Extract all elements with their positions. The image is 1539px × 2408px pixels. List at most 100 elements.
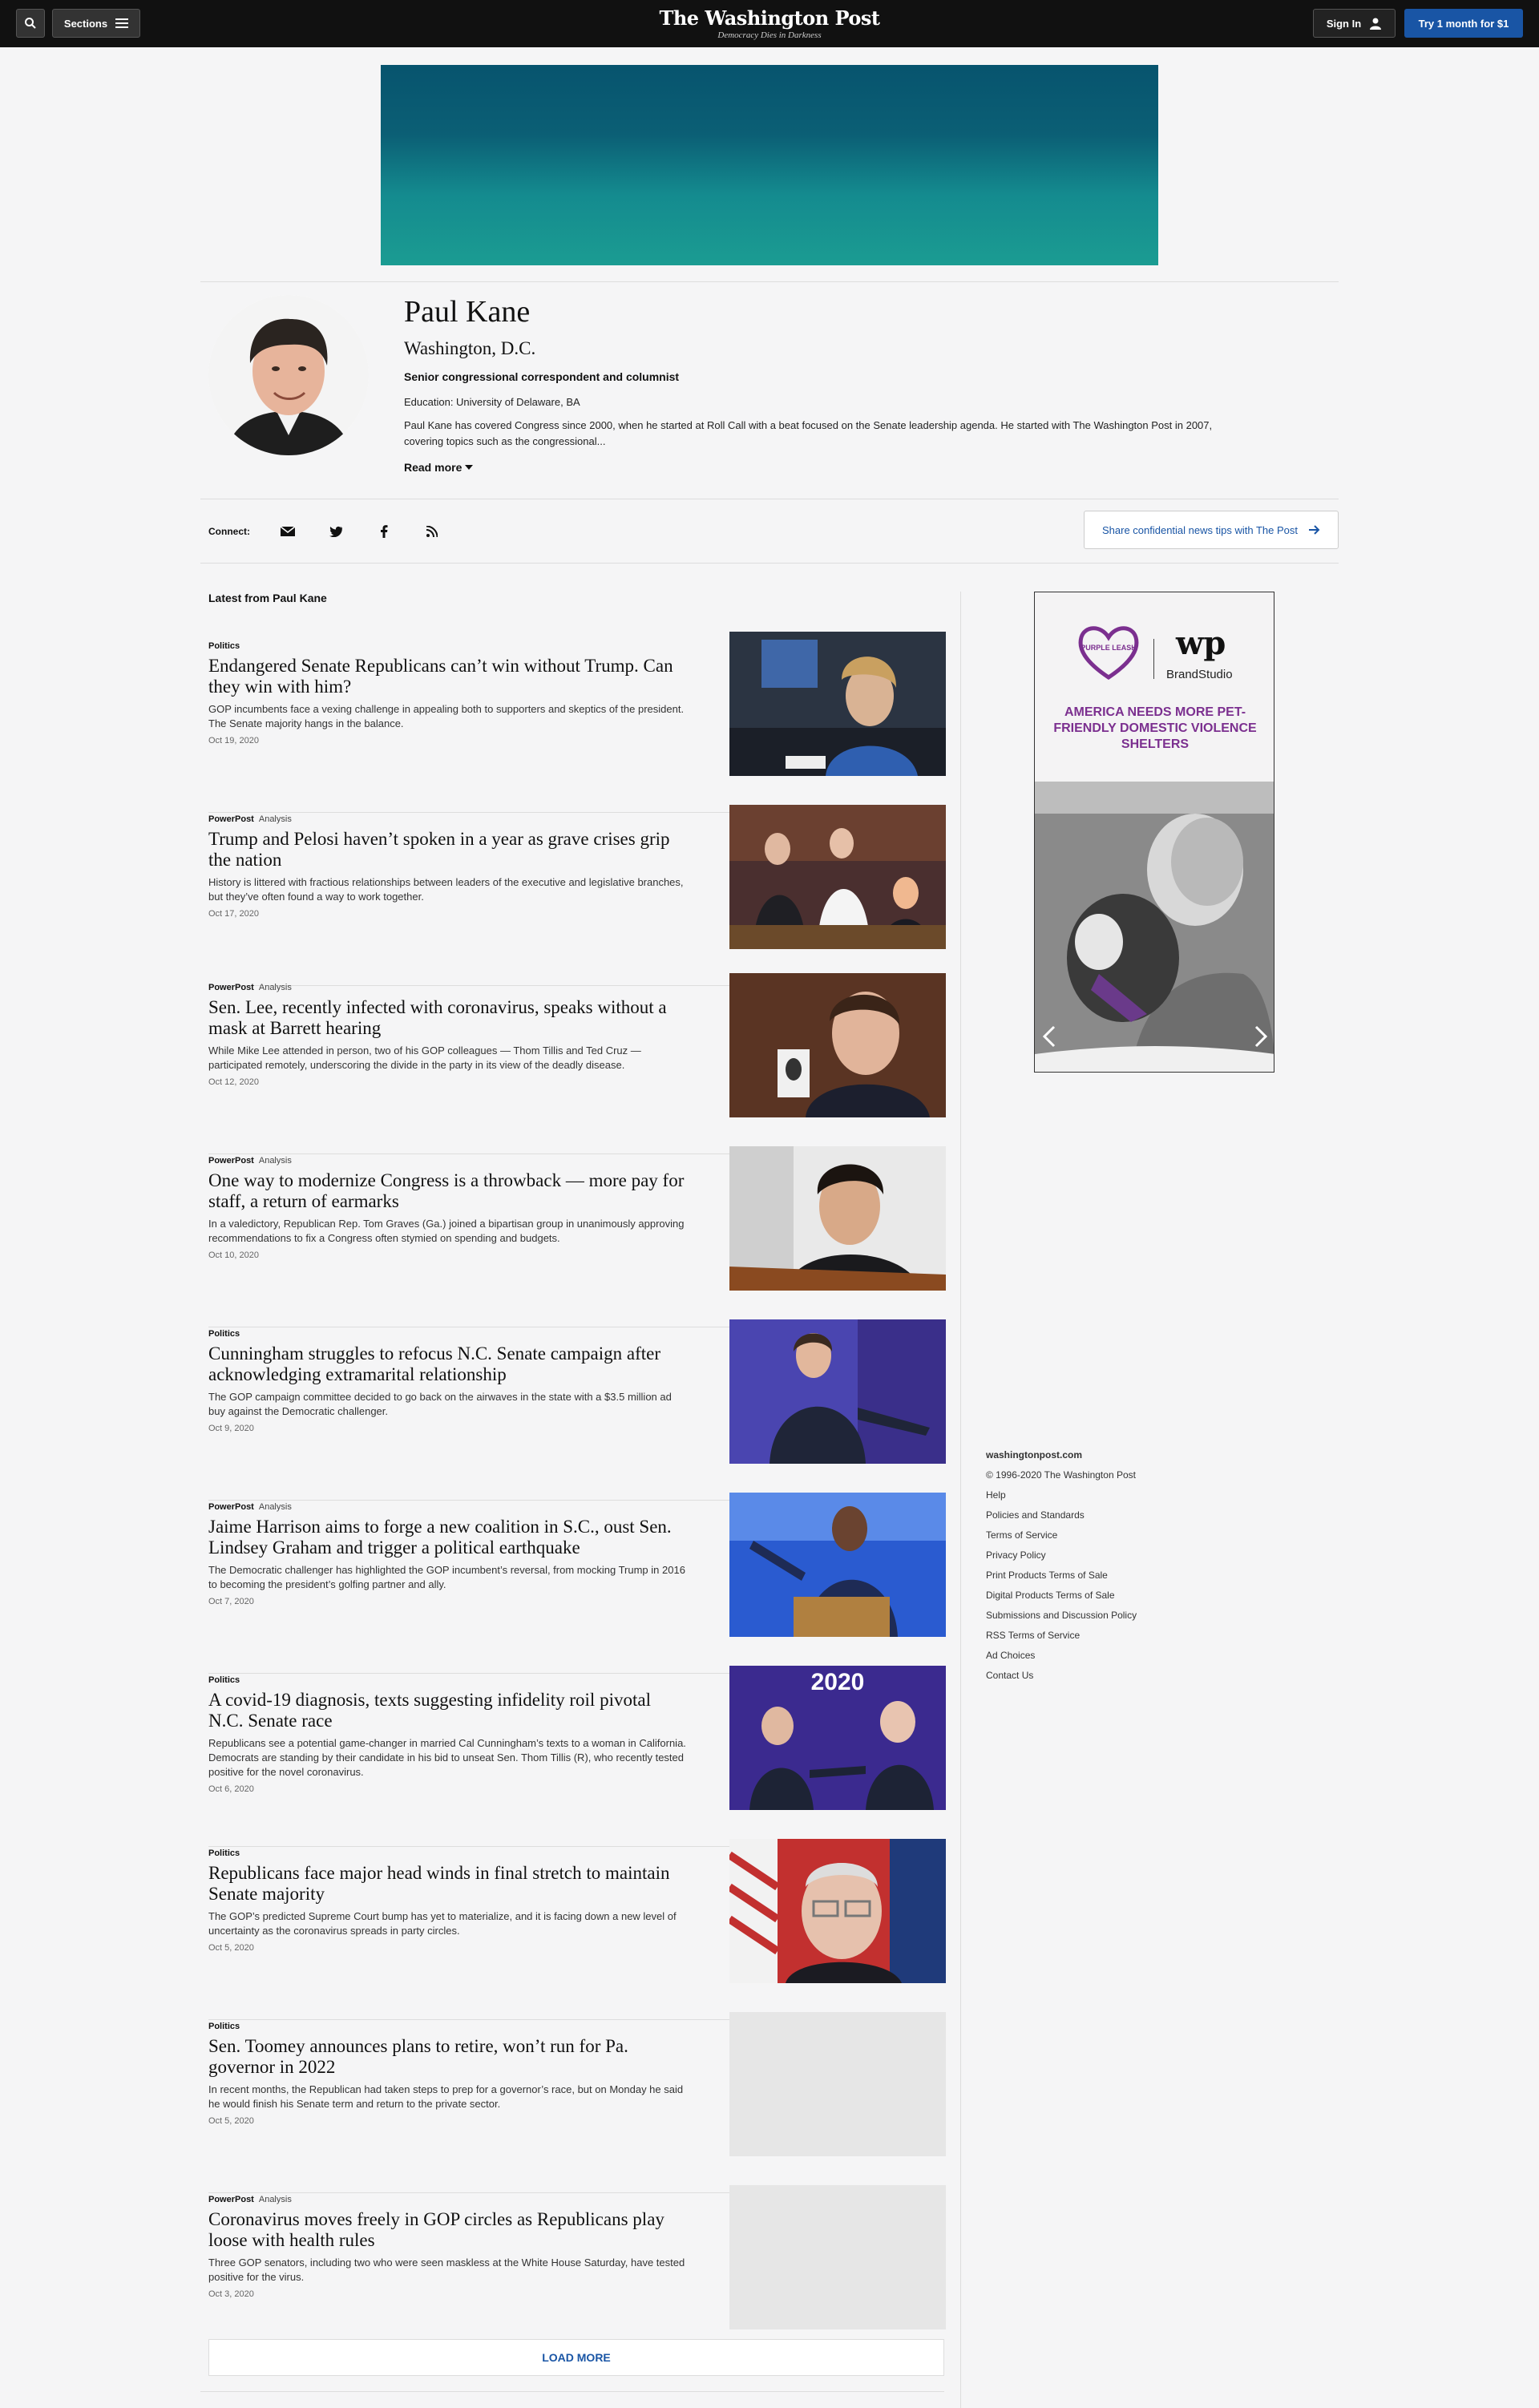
author-education: Education: University of Delaware, BA: [404, 396, 580, 408]
story-section[interactable]: Politics: [208, 1329, 240, 1339]
story-blurb: The Democratic challenger has highlighte…: [208, 1564, 685, 1590]
story-section[interactable]: PowerPost: [208, 1502, 254, 1512]
story-text: PowerPost Analysis Jaime Harrison aims to…: [208, 1501, 689, 1606]
carousel-prev-icon[interactable]: [1043, 1025, 1056, 1048]
sections-button[interactable]: Sections: [52, 9, 140, 38]
story-thumbnail[interactable]: 2020: [729, 1666, 946, 1810]
story-headline[interactable]: Endangered Senate Republicans can’t win …: [208, 656, 689, 697]
top-navigation-bar: Sections The Washington Post Democracy D…: [0, 0, 1539, 47]
subscribe-button[interactable]: Try 1 month for $1: [1404, 9, 1523, 38]
story-section[interactable]: PowerPost: [208, 2195, 254, 2204]
story-item[interactable]: Politics Sen. Toomey announces plans to …: [208, 2012, 946, 2193]
signin-label: Sign In: [1326, 17, 1362, 30]
story-thumbnail[interactable]: [729, 1839, 946, 1983]
story-thumbnail[interactable]: [729, 2012, 946, 2156]
carousel-next-icon[interactable]: [1254, 1025, 1267, 1048]
load-more-button[interactable]: LOAD MORE: [208, 2339, 944, 2376]
story-headline[interactable]: Republicans face major head winds in fin…: [208, 1863, 689, 1905]
search-icon: [25, 18, 36, 29]
story-label: Analysis: [258, 983, 292, 992]
footer-link[interactable]: Policies and Standards: [986, 1505, 1226, 1525]
story-section[interactable]: Politics: [208, 641, 240, 651]
story-thumbnail[interactable]: [729, 1319, 946, 1464]
story-date: Oct 17, 2020: [208, 909, 259, 919]
logo-name: The Washington Post: [659, 6, 880, 30]
news-tips-button[interactable]: Share confidential news tips with The Po…: [1084, 511, 1339, 549]
story-headline[interactable]: One way to modernize Congress is a throw…: [208, 1170, 689, 1212]
story-blurb: The GOP’s predicted Supreme Court bump h…: [208, 1910, 677, 1937]
ad-photo: [1035, 782, 1274, 1072]
story-blurb: While Mike Lee attended in person, two o…: [208, 1044, 641, 1071]
heart-leash-logo: PURPLE LEASH: [1078, 626, 1139, 681]
footer-link[interactable]: Contact Us: [986, 1666, 1226, 1686]
story-headline[interactable]: A covid-19 diagnosis, texts suggesting i…: [208, 1690, 689, 1731]
story-headline[interactable]: Coronavirus moves freely in GOP circles …: [208, 2209, 689, 2251]
footer-link[interactable]: Privacy Policy: [986, 1545, 1226, 1566]
story-blurb: History is littered with fractious relat…: [208, 876, 684, 903]
story-label: Analysis: [258, 2195, 292, 2204]
ad-header: PURPLE LEASH wp BrandStudio AMERICA NEED…: [1035, 592, 1274, 793]
story-section[interactable]: PowerPost: [208, 983, 254, 992]
advertisement-banner[interactable]: [381, 65, 1158, 265]
story-blurb: Three GOP senators, including two who we…: [208, 2256, 685, 2283]
rss-icon[interactable]: [420, 519, 444, 543]
story-date: Oct 10, 2020: [208, 1250, 259, 1260]
story-thumbnail[interactable]: [729, 805, 946, 949]
story-headline[interactable]: Sen. Toomey announces plans to retire, w…: [208, 2036, 689, 2078]
story-item[interactable]: PowerPost Analysis Sen. Lee, recently inf…: [208, 973, 946, 1154]
story-blurb: In a valedictory, Republican Rep. Tom Gr…: [208, 1218, 685, 1244]
story-thumbnail[interactable]: [729, 1146, 946, 1291]
author-info: Paul Kane Washington, D.C. Senior congre…: [404, 295, 1254, 475]
story-thumbnail[interactable]: [729, 973, 946, 1117]
hamburger-icon: [115, 18, 129, 28]
footer-link[interactable]: Digital Products Terms of Sale: [986, 1586, 1226, 1606]
story-item[interactable]: PowerPost Analysis Jaime Harrison aims to…: [208, 1493, 946, 1674]
footer-site[interactable]: washingtonpost.com: [986, 1445, 1226, 1465]
story-section[interactable]: Politics: [208, 1675, 240, 1685]
story-headline[interactable]: Jaime Harrison aims to forge a new coali…: [208, 1517, 689, 1558]
story-headline[interactable]: Cunningham struggles to refocus N.C. Sen…: [208, 1343, 689, 1385]
footer-link[interactable]: RSS Terms of Service: [986, 1626, 1226, 1646]
footer-link[interactable]: Ad Choices: [986, 1646, 1226, 1666]
story-headline[interactable]: Trump and Pelosi haven’t spoken in a yea…: [208, 829, 689, 871]
sidebar-advertisement[interactable]: PURPLE LEASH wp BrandStudio AMERICA NEED…: [1034, 592, 1274, 1073]
story-kicker: Politics: [208, 1327, 689, 1340]
story-item[interactable]: Politics Republicans face major head win…: [208, 1839, 946, 2020]
facebook-icon[interactable]: [372, 519, 396, 543]
svg-text:2020: 2020: [811, 1669, 865, 1695]
author-bio: Paul Kane has covered Congress since 200…: [404, 419, 1213, 447]
search-button[interactable]: [16, 9, 45, 38]
site-logo[interactable]: The Washington Post Democracy Dies in Da…: [609, 6, 930, 40]
story-section[interactable]: PowerPost: [208, 1156, 254, 1166]
twitter-icon[interactable]: [324, 519, 348, 543]
story-date: Oct 5, 2020: [208, 2116, 254, 2126]
story-item[interactable]: Politics Endangered Senate Republicans c…: [208, 632, 946, 813]
story-thumbnail[interactable]: [729, 2185, 946, 2329]
story-section[interactable]: Politics: [208, 1848, 240, 1858]
author-title: Senior congressional correspondent and c…: [404, 370, 680, 383]
column-divider: [960, 592, 961, 2408]
story-headline[interactable]: Sen. Lee, recently infected with coronav…: [208, 997, 689, 1039]
story-thumbnail[interactable]: [729, 1493, 946, 1637]
story-section[interactable]: PowerPost: [208, 814, 254, 824]
story-date: Oct 3, 2020: [208, 2289, 254, 2299]
brandstudio-label: BrandStudio: [1166, 668, 1233, 681]
email-icon[interactable]: [276, 519, 300, 543]
footer-link[interactable]: Terms of Service: [986, 1525, 1226, 1545]
footer-link[interactable]: Help: [986, 1485, 1226, 1505]
story-item[interactable]: Politics A covid-19 diagnosis, texts sug…: [208, 1666, 946, 1847]
footer-link[interactable]: Submissions and Discussion Policy: [986, 1606, 1226, 1626]
caret-down-icon: [465, 465, 474, 470]
story-item[interactable]: Politics Cunningham struggles to refocus…: [208, 1319, 946, 1501]
story-item[interactable]: PowerPost Analysis Trump and Pelosi haven…: [208, 805, 946, 986]
connect-label: Connect:: [208, 526, 250, 537]
footer-links: washingtonpost.com © 1996-2020 The Washi…: [986, 1445, 1226, 1686]
story-item[interactable]: PowerPost Analysis One way to modernize C…: [208, 1146, 946, 1327]
signin-button[interactable]: Sign In: [1313, 9, 1396, 38]
story-text: Politics A covid-19 diagnosis, texts sug…: [208, 1674, 689, 1794]
story-section[interactable]: Politics: [208, 2022, 240, 2031]
story-kicker: PowerPost Analysis: [208, 1501, 689, 1513]
footer-link[interactable]: Print Products Terms of Sale: [986, 1566, 1226, 1586]
read-more-button[interactable]: Read more: [404, 461, 474, 474]
story-thumbnail[interactable]: [729, 632, 946, 776]
